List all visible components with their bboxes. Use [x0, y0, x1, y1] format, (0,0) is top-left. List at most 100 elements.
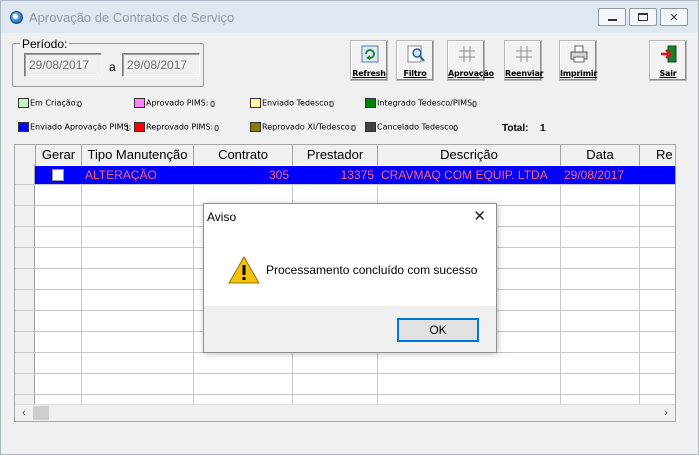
approve-label: Aprovação	[448, 69, 494, 78]
legend-reprovado-xi: Reprovado XI/Tedesco:	[250, 122, 353, 132]
date-from-field[interactable]: 29/08/2017	[24, 53, 102, 77]
grid-line	[15, 373, 675, 374]
exit-button[interactable]: Sair	[649, 40, 687, 81]
window-title: Aprovação de Contratos de Serviço	[29, 10, 235, 25]
legend-count: 1	[125, 124, 131, 133]
approve-button[interactable]: Aprovação	[447, 40, 494, 81]
gerar-checkbox[interactable]	[52, 169, 64, 181]
legend-swatch	[134, 122, 145, 132]
grid-line	[639, 165, 640, 405]
grid-line	[560, 165, 561, 405]
maximize-icon	[638, 13, 648, 21]
column-header-contrato[interactable]: Contrato	[194, 145, 293, 165]
dialog-title: Aviso	[207, 210, 237, 224]
legend-count: 0	[351, 124, 357, 133]
legend-enviado-aprovacao: Enviado Aprovação PIMS:	[18, 122, 131, 132]
magnifier-icon	[407, 45, 425, 63]
filter-button[interactable]: Filtro	[396, 40, 434, 81]
grid-line	[15, 184, 675, 185]
legend-count: 0	[453, 124, 459, 133]
legend-aprovado-pims: Aprovado PIMS:	[134, 98, 209, 108]
legend-reprovado-pims: Reprovado PIMS:	[134, 122, 213, 132]
header-corner	[15, 145, 36, 165]
resend-label: Reenviar	[505, 69, 544, 78]
period-separator: a	[109, 60, 116, 74]
legend-count: 0	[210, 100, 216, 109]
legend-em-criacao: Em Criação:	[18, 98, 78, 108]
ok-button[interactable]: OK	[397, 318, 479, 342]
legend-label: Enviado Aprovação PIMS:	[30, 122, 132, 132]
total-label: Total:	[502, 123, 529, 134]
exit-label: Sair	[659, 69, 677, 78]
column-header-data[interactable]: Data	[561, 145, 640, 165]
refresh-label: Refresh	[352, 69, 386, 78]
date-to-field[interactable]: 29/08/2017	[122, 53, 200, 77]
legend-cancelado: Cancelado Tedesco:	[365, 122, 456, 132]
message-dialog: Aviso ✕ Processamento concluído com suce…	[203, 203, 497, 353]
minimize-icon	[607, 19, 617, 21]
legend-swatch	[365, 122, 376, 132]
cell-data: 29/08/2017	[564, 168, 625, 182]
legend-swatch	[250, 122, 261, 132]
total-value: 1	[540, 123, 546, 134]
minimize-button[interactable]	[598, 8, 626, 26]
maximize-button[interactable]	[629, 8, 657, 26]
legend-label: Reprovado PIMS:	[146, 122, 214, 132]
scroll-left-icon[interactable]: ‹	[16, 406, 32, 421]
cell-prestador: 13375	[340, 168, 374, 182]
cell-contrato: 305	[268, 168, 289, 182]
scroll-right-icon[interactable]: ›	[658, 406, 674, 421]
legend-label: Integrado Tedesco/PIMS:	[377, 98, 475, 108]
legend-label: Enviado Tedesco:	[262, 98, 332, 108]
legend-swatch	[18, 98, 29, 108]
cell-tipo: ALTERAÇÃO	[85, 168, 157, 182]
legend-swatch	[365, 98, 376, 108]
column-header-re[interactable]: Re	[640, 145, 675, 165]
legend-integrado: Integrado Tedesco/PIMS:	[365, 98, 475, 108]
legend-label: Reprovado XI/Tedesco:	[262, 122, 353, 132]
scroll-thumb[interactable]	[33, 406, 49, 420]
grid-line	[193, 165, 194, 405]
legend-count: 0	[77, 100, 83, 109]
print-button[interactable]: Imprimir	[559, 40, 597, 81]
legend-count: 0	[329, 100, 335, 109]
legend-swatch	[18, 122, 29, 132]
print-label: Imprimir	[560, 69, 598, 78]
close-icon: ✕	[669, 11, 679, 24]
legend-label: Aprovado PIMS:	[146, 98, 209, 108]
cell-descricao: CRAVMAQ COM EQUIP. LTDA	[381, 168, 548, 182]
column-header-gerar[interactable]: Gerar	[36, 145, 82, 165]
column-header-prestador[interactable]: Prestador	[293, 145, 378, 165]
grid-icon	[516, 46, 532, 62]
dialog-close-icon[interactable]: ✕	[473, 207, 486, 225]
grid-icon	[459, 46, 475, 62]
grid-line	[15, 394, 675, 395]
filter-label: Filtro	[403, 69, 427, 78]
grid-line	[81, 165, 82, 405]
period-label: Período:	[20, 37, 70, 51]
refresh-button[interactable]: Refresh	[350, 40, 388, 81]
app-icon	[10, 11, 23, 24]
main-window: Aprovação de Contratos de Serviço ✕ Perí…	[0, 0, 699, 455]
close-button[interactable]: ✕	[660, 8, 688, 26]
status-bar	[1, 429, 698, 454]
legend-enviado-tedesco: Enviado Tedesco:	[250, 98, 331, 108]
dialog-message: Processamento concluído com sucesso	[266, 263, 478, 277]
dialog-footer: OK	[204, 306, 496, 352]
legend-label: Em Criação:	[30, 98, 79, 108]
exit-door-icon	[661, 45, 677, 63]
grid-header: Gerar Tipo Manutenção Contrato Prestador…	[15, 145, 675, 165]
title-bar: Aprovação de Contratos de Serviço ✕	[1, 1, 698, 33]
legend-swatch	[250, 98, 261, 108]
horizontal-scrollbar[interactable]: ‹ ›	[15, 404, 675, 421]
column-header-tipo[interactable]: Tipo Manutenção	[82, 145, 194, 165]
warning-icon	[228, 256, 260, 284]
printer-icon	[570, 45, 588, 63]
column-header-descricao[interactable]: Descrição	[378, 145, 561, 165]
legend-label: Cancelado Tedesco:	[377, 122, 457, 132]
legend-count: 0	[214, 124, 220, 133]
legend-swatch	[134, 98, 145, 108]
refresh-icon	[361, 45, 379, 63]
resend-button[interactable]: Reenviar	[504, 40, 544, 81]
legend-count: 0	[472, 100, 478, 109]
